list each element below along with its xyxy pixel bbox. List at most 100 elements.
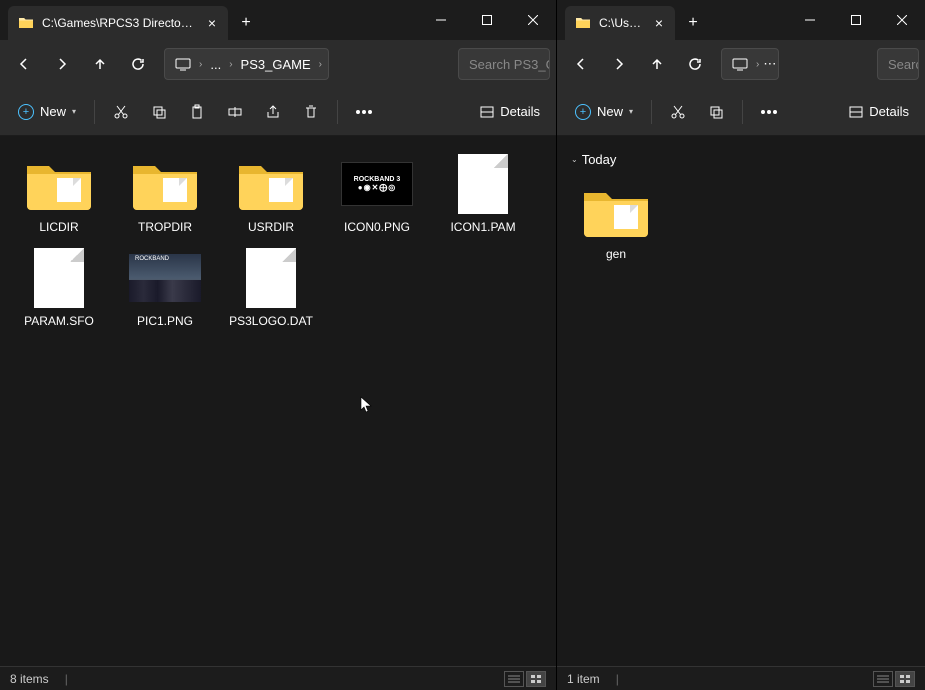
minimize-button[interactable]	[787, 0, 833, 40]
paste-button[interactable]	[179, 94, 215, 130]
forward-button[interactable]	[44, 46, 80, 82]
navbar: › ⋯ Searc	[557, 40, 925, 88]
more-button[interactable]	[346, 94, 382, 130]
folder-icon	[235, 154, 307, 214]
pc-icon[interactable]	[726, 49, 754, 79]
item-label: PIC1.PNG	[137, 314, 193, 328]
item-label: TROPDIR	[138, 220, 192, 234]
folder-icon	[575, 15, 591, 31]
explorer-window-right: C:\Users\ca × + › ⋯ Searc + New ▾	[556, 0, 925, 690]
file-item[interactable]: LICDIR	[6, 148, 112, 242]
chevron-right-icon[interactable]: ›	[197, 59, 204, 70]
group-header[interactable]: ⌄ Today	[563, 148, 919, 175]
search-input[interactable]: Searc	[877, 48, 919, 80]
file-item[interactable]: gen	[563, 175, 669, 269]
pc-icon[interactable]	[169, 49, 197, 79]
chevron-down-icon: ▾	[72, 107, 76, 116]
delete-button[interactable]	[293, 94, 329, 130]
list-view-button[interactable]	[504, 671, 524, 687]
grid-view-button[interactable]	[895, 671, 915, 687]
back-button[interactable]	[6, 46, 42, 82]
up-button[interactable]	[639, 46, 675, 82]
close-tab-icon[interactable]: ×	[651, 15, 667, 31]
file-item[interactable]: ROCKBAND PIC1.PNG	[112, 242, 218, 336]
file-icon: ROCKBAND	[129, 248, 201, 308]
details-label: Details	[500, 104, 540, 119]
details-icon	[849, 105, 863, 119]
breadcrumb-segment[interactable]: ⋯	[761, 49, 778, 79]
chevron-right-icon[interactable]: ›	[227, 59, 234, 70]
breadcrumb[interactable]: › ... › PS3_GAME ›	[164, 48, 329, 80]
window-controls	[787, 0, 925, 40]
close-button[interactable]	[879, 0, 925, 40]
grid-view-button[interactable]	[526, 671, 546, 687]
maximize-button[interactable]	[833, 0, 879, 40]
folder-icon	[18, 15, 34, 31]
tab[interactable]: C:\Users\ca ×	[565, 6, 675, 40]
copy-button[interactable]	[698, 94, 734, 130]
search-input[interactable]: Search PS3_G	[458, 48, 550, 80]
details-icon	[480, 105, 494, 119]
folder-icon	[129, 154, 201, 214]
chevron-down-icon: ▾	[629, 107, 633, 116]
item-label: LICDIR	[39, 220, 78, 234]
statusbar: 1 item |	[557, 666, 925, 690]
search-placeholder: Searc	[888, 57, 919, 72]
navbar: › ... › PS3_GAME › Search PS3_G	[0, 40, 556, 88]
tab[interactable]: C:\Games\RPCS3 Directory\ga ×	[8, 6, 228, 40]
breadcrumb-segment[interactable]: PS3_GAME	[235, 49, 317, 79]
file-item[interactable]: ROCKBAND 3●◉✕⨁◎ICON0.PNG	[324, 148, 430, 242]
item-label: PS3LOGO.DAT	[229, 314, 313, 328]
search-placeholder: Search PS3_G	[469, 57, 550, 72]
details-button[interactable]: Details	[472, 94, 548, 130]
chevron-right-icon[interactable]: ›	[317, 59, 324, 70]
file-icon	[235, 248, 307, 308]
details-button[interactable]: Details	[841, 94, 917, 130]
item-label: ICON0.PNG	[344, 220, 410, 234]
back-button[interactable]	[563, 46, 599, 82]
content-area[interactable]: LICDIR TROPDIR USRDIR ROCKBAND 3●◉✕⨁◎ICON0.…	[0, 136, 556, 666]
titlebar[interactable]: C:\Games\RPCS3 Directory\ga × +	[0, 0, 556, 40]
refresh-button[interactable]	[677, 46, 713, 82]
item-label: ICON1.PAM	[450, 220, 515, 234]
new-label: New	[597, 104, 623, 119]
cut-button[interactable]	[660, 94, 696, 130]
minimize-button[interactable]	[418, 0, 464, 40]
refresh-button[interactable]	[120, 46, 156, 82]
new-button[interactable]: + New ▾	[8, 96, 86, 128]
list-view-button[interactable]	[873, 671, 893, 687]
tab-title: C:\Users\ca	[599, 16, 643, 30]
share-button[interactable]	[255, 94, 291, 130]
breadcrumb-segment[interactable]: ...	[204, 49, 227, 79]
item-label: USRDIR	[248, 220, 294, 234]
chevron-right-icon[interactable]: ›	[754, 59, 761, 70]
file-item[interactable]: PS3LOGO.DAT	[218, 242, 324, 336]
file-item[interactable]: TROPDIR	[112, 148, 218, 242]
toolbar: + New ▾ Details	[557, 88, 925, 136]
new-button[interactable]: + New ▾	[565, 96, 643, 128]
chevron-down-icon: ⌄	[571, 155, 578, 164]
item-label: PARAM.SFO	[24, 314, 94, 328]
more-button[interactable]	[751, 94, 787, 130]
titlebar[interactable]: C:\Users\ca × +	[557, 0, 925, 40]
cut-button[interactable]	[103, 94, 139, 130]
details-label: Details	[869, 104, 909, 119]
copy-button[interactable]	[141, 94, 177, 130]
content-area[interactable]: ⌄ Today gen	[557, 136, 925, 666]
file-item[interactable]: USRDIR	[218, 148, 324, 242]
forward-button[interactable]	[601, 46, 637, 82]
new-tab-button[interactable]: +	[228, 6, 264, 40]
new-tab-button[interactable]: +	[675, 6, 711, 40]
rename-button[interactable]	[217, 94, 253, 130]
close-button[interactable]	[510, 0, 556, 40]
maximize-button[interactable]	[464, 0, 510, 40]
up-button[interactable]	[82, 46, 118, 82]
file-item[interactable]: ICON1.PAM	[430, 148, 536, 242]
file-item[interactable]: PARAM.SFO	[6, 242, 112, 336]
file-icon	[447, 154, 519, 214]
window-controls	[418, 0, 556, 40]
breadcrumb[interactable]: › ⋯	[721, 48, 779, 80]
folder-icon	[23, 154, 95, 214]
statusbar: 8 items |	[0, 666, 556, 690]
close-tab-icon[interactable]: ×	[204, 15, 220, 31]
